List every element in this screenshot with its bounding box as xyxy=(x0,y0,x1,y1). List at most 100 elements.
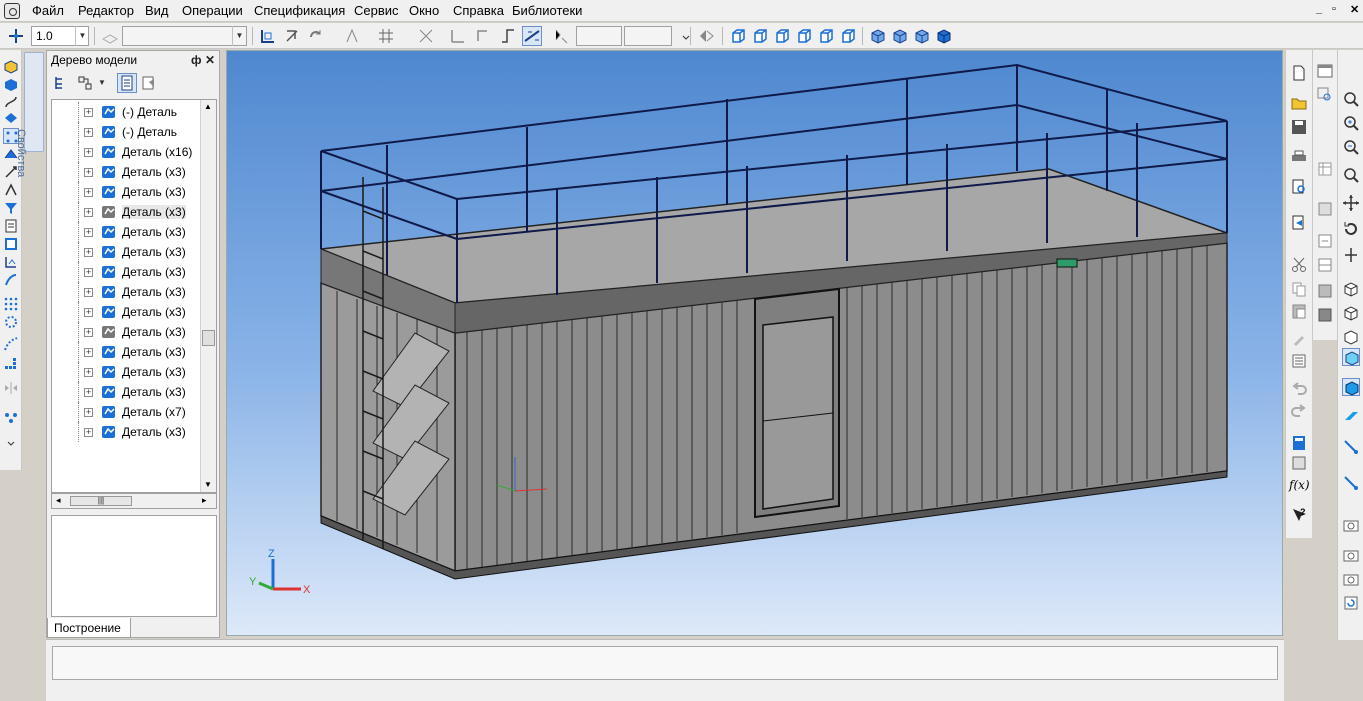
tree-row[interactable]: + Деталь (x3) xyxy=(52,302,202,322)
view-left-icon[interactable] xyxy=(816,26,836,46)
preview-icon[interactable] xyxy=(1290,178,1308,196)
menu-operations[interactable]: Операции xyxy=(182,3,243,18)
view-front-icon[interactable] xyxy=(728,26,748,46)
tree-structure-dropdown-icon[interactable]: ▼ xyxy=(95,73,109,93)
restore-icon[interactable]: ▫ xyxy=(1332,3,1336,15)
pointer-icon[interactable] xyxy=(342,26,362,46)
refresh-icon[interactable] xyxy=(1342,594,1360,612)
context-help-icon[interactable]: ? xyxy=(1290,506,1308,524)
edit-part-icon[interactable] xyxy=(282,26,302,46)
zoom-window-icon[interactable] xyxy=(1316,86,1334,104)
tree-row[interactable]: + Деталь (x3) xyxy=(52,242,202,262)
section-icon[interactable] xyxy=(696,26,716,46)
tree-row[interactable]: + Деталь (x3) xyxy=(52,282,202,302)
pattern-curve-icon[interactable] xyxy=(3,336,19,352)
coord-x-field[interactable] xyxy=(576,26,622,46)
scroll-down-icon[interactable]: ▼ xyxy=(204,480,212,489)
expand-icon[interactable]: + xyxy=(84,288,93,297)
pattern-table-icon[interactable] xyxy=(3,356,19,372)
line-icon[interactable] xyxy=(498,26,518,46)
expand-icon[interactable]: + xyxy=(84,168,93,177)
style-select[interactable] xyxy=(122,26,247,46)
hidden-icon[interactable] xyxy=(1342,304,1360,322)
window-icon[interactable] xyxy=(1316,62,1334,80)
page-layout-icon[interactable] xyxy=(1316,256,1334,274)
object-icon[interactable] xyxy=(1316,306,1334,324)
sketch-icon[interactable] xyxy=(258,26,278,46)
solid-icon[interactable] xyxy=(3,76,19,92)
mirror-icon[interactable] xyxy=(3,380,19,396)
menu-help[interactable]: Справка xyxy=(453,3,504,18)
expand-icon[interactable]: + xyxy=(84,108,93,117)
half-tone-icon[interactable] xyxy=(1342,348,1360,366)
dimension-icon[interactable] xyxy=(3,182,19,198)
shaded-wire-icon[interactable] xyxy=(1342,280,1360,298)
tree-row[interactable]: + Деталь (x3) xyxy=(52,382,202,402)
library-manager-icon[interactable] xyxy=(1290,352,1308,370)
expand-icon[interactable]: + xyxy=(84,388,93,397)
zoom-out-icon[interactable] xyxy=(1342,138,1360,156)
style-dropdown-icon[interactable]: ▼ xyxy=(232,26,246,46)
grid-icon[interactable] xyxy=(376,26,396,46)
tree-vertical-scrollbar[interactable]: ▲ ▼ xyxy=(200,100,216,492)
expand-icon[interactable]: + xyxy=(84,208,93,217)
coord-y-icon[interactable] xyxy=(552,26,572,46)
expand-icon[interactable]: + xyxy=(84,308,93,317)
record-icon[interactable] xyxy=(1342,570,1360,588)
rebuild-icon[interactable] xyxy=(306,26,326,46)
extrude-icon[interactable] xyxy=(3,58,19,74)
tab-construction[interactable]: Построение xyxy=(47,618,131,638)
pan-icon[interactable] xyxy=(1342,194,1360,212)
hidden-lines-icon[interactable] xyxy=(890,26,910,46)
surface-icon[interactable] xyxy=(3,110,19,126)
app-icon[interactable] xyxy=(4,3,20,19)
copy-icon[interactable] xyxy=(1290,280,1308,298)
library-icon[interactable] xyxy=(3,410,19,426)
open-folder-icon[interactable] xyxy=(1290,94,1308,112)
tree-row[interactable]: + Деталь (x3) xyxy=(52,222,202,242)
tree-row[interactable]: + Деталь (x3) xyxy=(52,262,202,282)
menu-service[interactable]: Сервис xyxy=(354,3,399,18)
menu-specification[interactable]: Спецификация xyxy=(254,3,345,18)
layer-icon[interactable] xyxy=(100,26,120,46)
tree-row[interactable]: + Деталь (x3) xyxy=(52,162,202,182)
redo-icon[interactable] xyxy=(1290,402,1308,420)
perspective-icon[interactable] xyxy=(1342,408,1360,426)
screenshot-icon[interactable] xyxy=(1342,546,1360,564)
close-icon[interactable]: ✕ xyxy=(1350,3,1359,16)
tree-order-icon[interactable] xyxy=(51,73,71,93)
tree-row[interactable]: + (-) Деталь xyxy=(52,102,202,122)
scroll-left-icon[interactable]: ◂ xyxy=(56,495,61,506)
tree-row[interactable]: + Деталь (x3) xyxy=(52,422,202,442)
camera-icon[interactable] xyxy=(1342,516,1360,534)
view-top-icon[interactable] xyxy=(772,26,792,46)
cut-icon[interactable] xyxy=(1290,256,1308,274)
view-right-icon[interactable] xyxy=(838,26,858,46)
format-painter-icon[interactable] xyxy=(1290,330,1308,348)
filter-icon[interactable] xyxy=(3,200,19,216)
tree-row[interactable]: + Деталь (x3) xyxy=(52,322,202,342)
expand-icon[interactable]: + xyxy=(84,328,93,337)
coord-y-field[interactable] xyxy=(624,26,672,46)
status-field[interactable] xyxy=(52,646,1278,680)
local-cs-icon[interactable] xyxy=(416,26,436,46)
pattern-circular-icon[interactable] xyxy=(3,314,19,330)
zoom-scale-icon[interactable] xyxy=(1342,166,1360,184)
tree-row[interactable]: + Деталь (x7) xyxy=(52,402,202,422)
expand-icon[interactable]: + xyxy=(84,368,93,377)
tree-hscroll-thumb[interactable]: ||| xyxy=(70,496,132,506)
properties-doc-icon[interactable] xyxy=(1290,214,1308,232)
orient-icon[interactable] xyxy=(472,26,492,46)
zoom-all-icon[interactable] xyxy=(1342,90,1360,108)
measure-icon[interactable] xyxy=(522,26,542,46)
shaded-mode-icon[interactable] xyxy=(1342,378,1360,396)
layers-icon[interactable] xyxy=(1316,200,1334,218)
tree-row[interactable]: + Деталь (x3) xyxy=(52,182,202,202)
zoom-in-icon[interactable] xyxy=(1342,114,1360,132)
tree-row[interactable]: + Деталь (x3) xyxy=(52,362,202,382)
snap-icon[interactable] xyxy=(6,26,26,46)
scroll-right-icon[interactable]: ▸ xyxy=(202,495,207,506)
edit2-icon[interactable] xyxy=(1342,474,1360,492)
scale-dropdown-icon[interactable]: ▼ xyxy=(75,26,89,46)
wireframe-icon[interactable] xyxy=(868,26,888,46)
